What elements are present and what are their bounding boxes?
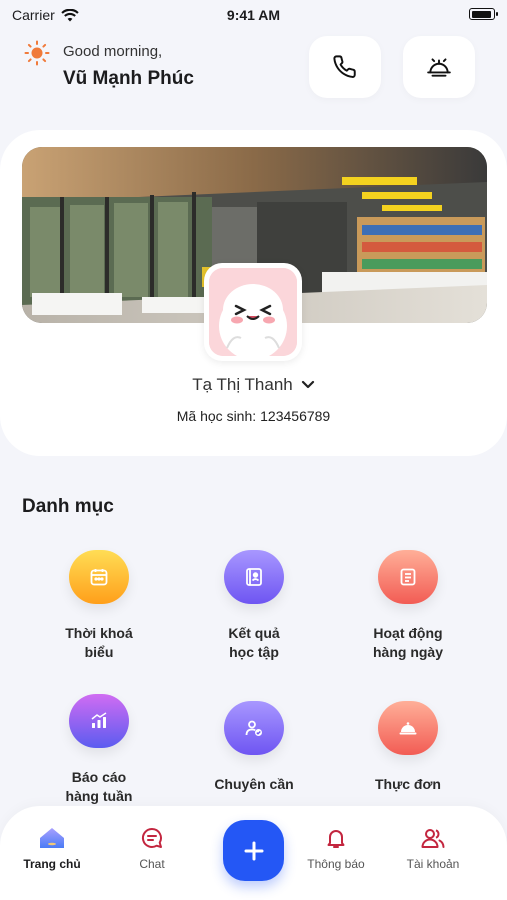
users-icon	[421, 829, 445, 848]
meal-service-button[interactable]	[403, 36, 475, 98]
add-button[interactable]	[223, 820, 284, 881]
category-label: Kết quả học tập	[228, 625, 280, 660]
tab-label: Thông báo	[307, 857, 365, 871]
category-weekly-report[interactable]: Báo cáo hàng tuần	[19, 694, 179, 806]
category-label: Thời khoá biểu	[65, 625, 133, 660]
plus-icon	[244, 841, 263, 860]
student-avatar[interactable]	[204, 263, 302, 361]
tab-home[interactable]: Trang chủ	[12, 826, 92, 871]
student-selector[interactable]: Tạ Thị Thanh	[0, 375, 507, 395]
category-timetable[interactable]: Thời khoá biểu	[19, 550, 179, 662]
cloche-icon	[427, 58, 451, 77]
category-academic-results[interactable]: Kết quả học tập	[174, 550, 334, 662]
status-bar: Carrier 9:41 AM	[0, 0, 507, 30]
report-book-icon	[224, 550, 284, 604]
category-menu[interactable]: Thực đơn	[328, 701, 488, 794]
call-button[interactable]	[309, 36, 381, 98]
category-label: Báo cáo hàng tuần	[65, 769, 133, 804]
tab-label: Chat	[139, 857, 165, 871]
tab-chat[interactable]: Chat	[112, 826, 192, 871]
student-id-value: 123456789	[260, 408, 331, 424]
chart-icon	[69, 694, 129, 748]
clipboard-icon	[378, 550, 438, 604]
bottom-tab-bar: Trang chủ Chat Thông báo Tài khoản	[0, 806, 507, 900]
user-name: Vũ Mạnh Phúc	[63, 68, 194, 89]
student-name: Tạ Thị Thanh	[192, 375, 293, 394]
chat-icon	[141, 827, 162, 848]
category-label: Hoạt động hàng ngày	[372, 625, 443, 660]
category-label: Chuyên cần	[214, 776, 294, 792]
category-daily-activities[interactable]: Hoạt động hàng ngày	[328, 550, 488, 662]
food-cloche-icon	[378, 701, 438, 755]
attendance-icon	[224, 701, 284, 755]
carrier-label: Carrier	[12, 7, 55, 23]
category-label: Thực đơn	[375, 776, 441, 792]
student-id-row: Mã học sinh: 123456789	[0, 408, 507, 424]
calendar-icon	[69, 550, 129, 604]
battery-icon	[469, 8, 498, 20]
bell-icon	[327, 830, 345, 848]
student-id-label: Mã học sinh:	[176, 408, 257, 424]
wifi-icon	[61, 8, 79, 21]
tab-account[interactable]: Tài khoản	[393, 826, 473, 871]
header: Good morning, Vũ Mạnh Phúc	[0, 32, 507, 112]
chevron-down-icon	[301, 380, 314, 389]
home-icon	[40, 828, 64, 848]
tab-label: Tài khoản	[406, 857, 460, 871]
sun-icon	[24, 40, 50, 66]
profile-card: Tạ Thị Thanh Mã học sinh: 123456789	[0, 130, 507, 456]
phone-icon	[333, 55, 356, 78]
tab-label: Trang chủ	[23, 857, 81, 871]
section-title: Danh mục	[22, 496, 114, 517]
category-attendance[interactable]: Chuyên cần	[174, 701, 334, 794]
greeting-text: Good morning,	[63, 43, 163, 60]
tab-notifications[interactable]: Thông báo	[296, 826, 376, 871]
